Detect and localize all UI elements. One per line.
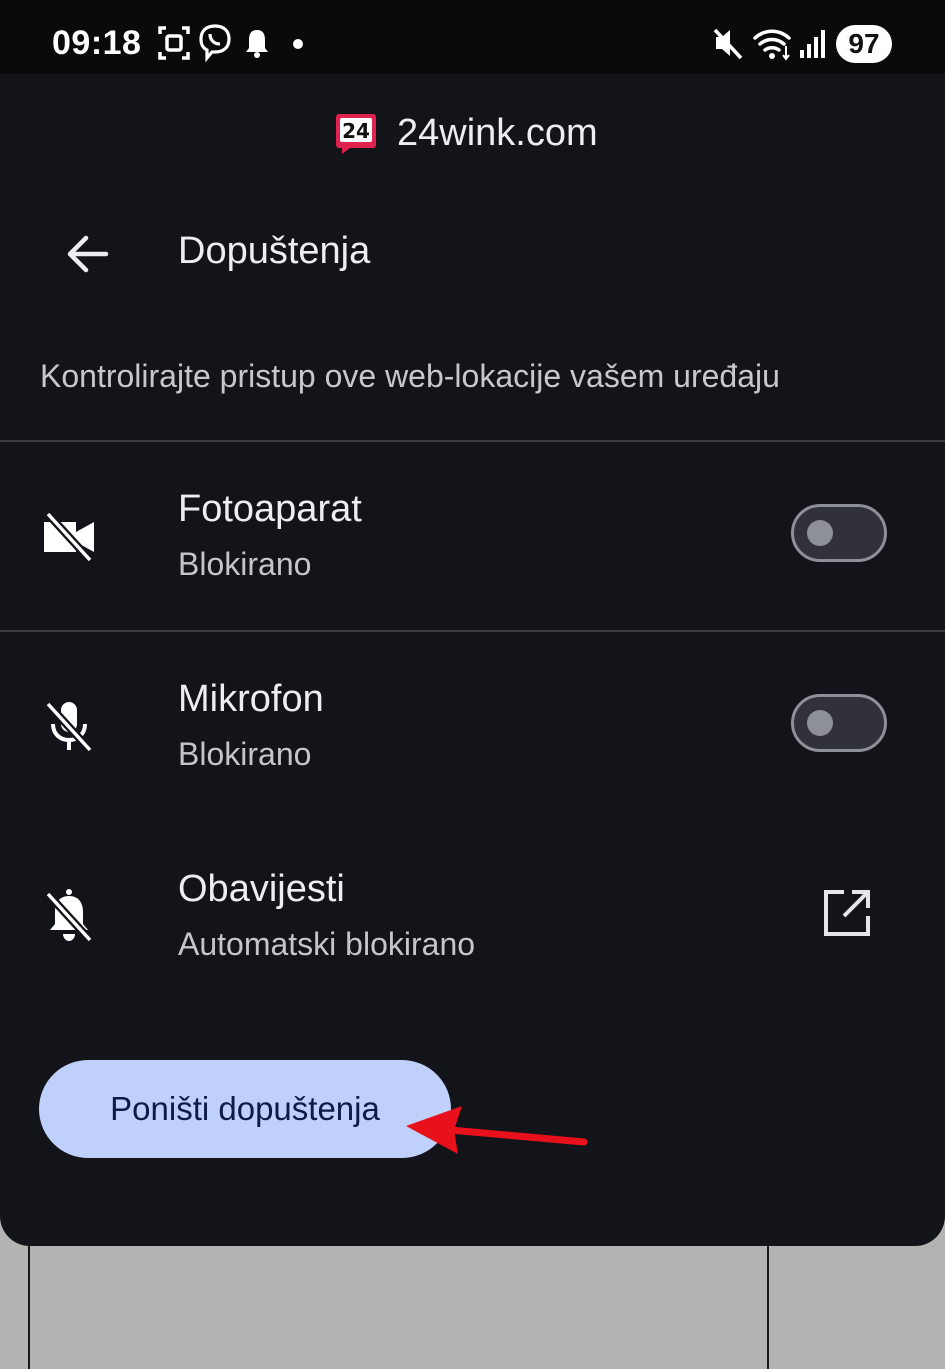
- permission-title: Fotoaparat: [178, 488, 362, 530]
- screenshot-icon: [158, 26, 190, 60]
- microphone-toggle[interactable]: [791, 694, 887, 752]
- notifications-off-icon: [45, 889, 93, 943]
- open-in-new-icon[interactable]: [820, 886, 874, 940]
- camera-toggle[interactable]: [791, 504, 887, 562]
- videocam-off-icon: [44, 511, 94, 563]
- site-favicon-icon: 24: [336, 114, 376, 154]
- permission-status: Blokirano: [178, 736, 312, 772]
- permission-row-microphone[interactable]: Mikrofon Blokirano: [0, 632, 945, 820]
- site-domain: 24wink.com: [397, 112, 598, 154]
- reset-permissions-button[interactable]: Poništi dopuštenja: [39, 1060, 451, 1158]
- annotation-arrow-icon: [406, 1106, 588, 1154]
- permission-status: Blokirano: [178, 546, 312, 582]
- site-header: 24 24wink.com: [0, 110, 945, 160]
- battery-indicator: 97: [836, 25, 892, 63]
- status-time: 09:18: [52, 24, 142, 62]
- page-description: Kontrolirajte pristup ove web-lokacije v…: [40, 358, 780, 394]
- site-favicon-text: 24: [342, 119, 370, 143]
- wifi-icon: [753, 29, 791, 61]
- page-title: Dopuštenja: [178, 230, 371, 272]
- mute-icon: [713, 28, 743, 60]
- signal-icon: [800, 30, 825, 58]
- permission-row-camera[interactable]: Fotoaparat Blokirano: [0, 442, 945, 630]
- mic-off-icon: [45, 701, 93, 753]
- notification-bell-icon: [246, 30, 268, 58]
- dot-icon: [293, 39, 303, 49]
- status-bar: 09:18 97: [0, 0, 945, 74]
- background-line-left: [28, 1240, 30, 1369]
- permission-row-notifications[interactable]: Obavijesti Automatski blokirano: [0, 822, 945, 1010]
- background-line-right: [767, 1240, 769, 1369]
- permission-status: Automatski blokirano: [178, 926, 476, 962]
- permission-title: Obavijesti: [178, 868, 345, 910]
- toggle-knob: [807, 520, 833, 546]
- permission-title: Mikrofon: [178, 678, 324, 720]
- arrow-back-icon[interactable]: [60, 226, 116, 282]
- permissions-sheet: 24 24wink.com Dopuštenja Kontrolirajte p…: [0, 74, 945, 1246]
- viber-icon: [199, 24, 231, 63]
- toggle-knob: [807, 710, 833, 736]
